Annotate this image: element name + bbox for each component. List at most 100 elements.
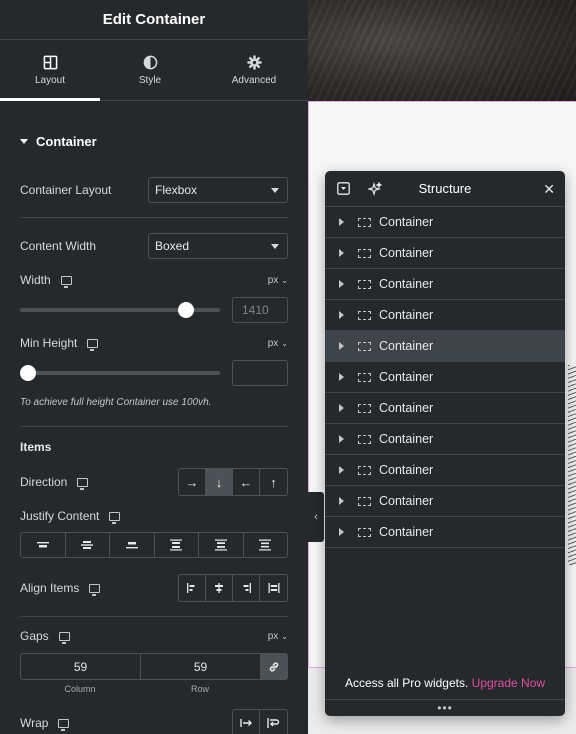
expand-arrow-icon[interactable] (339, 404, 344, 412)
upgrade-now-link[interactable]: Upgrade Now (472, 676, 545, 690)
hero-image (308, 0, 576, 101)
gap-column-label: Column (64, 684, 96, 694)
align-stretch-button[interactable] (260, 575, 287, 601)
sparkle-icon (368, 181, 382, 196)
structure-list: Container Container Container Container Cont… (325, 207, 565, 548)
justify-space-around-button[interactable] (199, 533, 244, 557)
tab-layout-label: Layout (34, 74, 66, 86)
expand-arrow-icon[interactable] (339, 528, 344, 536)
tab-style-label: Style (138, 74, 162, 86)
justify-space-between-button[interactable] (155, 533, 199, 557)
expand-arrow-icon[interactable] (339, 435, 344, 443)
gaps-unit-select[interactable]: px ⌄ (268, 631, 288, 642)
structure-item[interactable]: Container (325, 517, 565, 548)
justify-space-evenly-button[interactable] (244, 533, 288, 557)
content-width-select[interactable]: Boxed (148, 233, 288, 259)
desktop-icon[interactable] (77, 477, 89, 490)
expand-arrow-icon[interactable] (339, 311, 344, 319)
gaps-input-group: 59 59 (20, 653, 288, 680)
wrap-icon (267, 718, 280, 728)
expand-arrow-icon[interactable] (339, 497, 344, 505)
min-height-header-row: Min Height px ⌄ (20, 336, 288, 351)
expand-arrow-icon[interactable] (339, 249, 344, 257)
selection-outline-top (308, 101, 576, 102)
align-start-button[interactable] (179, 575, 206, 601)
structure-item[interactable]: Container (325, 269, 565, 300)
link-values-button[interactable] (261, 654, 287, 679)
structure-item[interactable]: Container (325, 238, 565, 269)
width-input[interactable]: 1410 (232, 297, 288, 323)
min-height-slider-handle[interactable] (20, 365, 36, 381)
desktop-icon[interactable] (87, 338, 99, 351)
desktop-icon[interactable] (109, 511, 121, 524)
style-half-circle-icon (143, 55, 157, 69)
collapse-panel-button[interactable]: ‹ (308, 492, 324, 542)
min-height-unit-select[interactable]: px ⌄ (268, 338, 288, 349)
structure-item[interactable]: Container (325, 362, 565, 393)
width-unit: px (267, 274, 279, 286)
layout-icon (43, 55, 57, 69)
section-container-toggle[interactable]: Container (0, 101, 308, 181)
container-icon (358, 465, 371, 475)
structure-item[interactable]: Container (325, 300, 565, 331)
expand-arrow-icon[interactable] (339, 466, 344, 474)
expand-arrow-icon[interactable] (339, 280, 344, 288)
direction-column-reverse-button[interactable]: ↑ (260, 469, 287, 495)
width-slider[interactable] (20, 302, 220, 318)
structure-item[interactable]: Container (325, 486, 565, 517)
desktop-icon[interactable] (58, 631, 70, 644)
gap-row-input[interactable]: 59 (141, 654, 261, 679)
close-structure-button[interactable]: ✕ (543, 181, 555, 198)
min-height-hint: To achieve full height Container use 100… (20, 397, 212, 408)
structure-item[interactable]: Container (325, 424, 565, 455)
resize-handle[interactable]: ••• (325, 699, 565, 714)
expand-arrow-icon[interactable] (339, 218, 344, 226)
ai-sparkle-button[interactable] (367, 181, 383, 197)
close-icon: ✕ (543, 181, 555, 197)
width-unit-select[interactable]: px ⌄ (268, 275, 288, 286)
justify-start-button[interactable] (21, 533, 66, 557)
items-heading: Items (20, 440, 52, 454)
tab-advanced[interactable]: Advanced (200, 40, 308, 100)
expand-arrow-icon[interactable] (339, 373, 344, 381)
tab-style[interactable]: Style (100, 40, 200, 100)
container-icon (358, 341, 371, 351)
direction-row-reverse-button[interactable]: ← (233, 469, 260, 495)
promo-text: Access all Pro widgets. Upgrade Now (325, 676, 565, 690)
justify-space-around-icon (214, 539, 227, 551)
gap-column-input[interactable]: 59 (21, 654, 141, 679)
justify-center-button[interactable] (66, 533, 110, 557)
direction-row-button[interactable]: → (179, 469, 206, 495)
chevron-down-icon: ⌄ (281, 338, 288, 348)
desktop-icon[interactable] (60, 275, 72, 288)
structure-item[interactable]: Container (325, 455, 565, 486)
gaps-header-row: Gaps px ⌄ (20, 629, 288, 644)
min-height-input[interactable] (232, 360, 288, 386)
align-items-label-group: Align Items (20, 581, 101, 596)
structure-item[interactable]: Container (325, 393, 565, 424)
collapse-all-button[interactable] (335, 181, 351, 197)
panel-title: Edit Container (102, 11, 206, 28)
structure-item[interactable]: Container (325, 331, 565, 362)
tab-layout[interactable]: Layout (0, 40, 100, 101)
wrap-button[interactable] (260, 710, 287, 734)
align-end-button[interactable] (233, 575, 260, 601)
structure-item-label: Container (379, 308, 434, 322)
structure-item[interactable]: Container (325, 207, 565, 238)
desktop-icon[interactable] (89, 583, 101, 596)
justify-end-button[interactable] (110, 533, 155, 557)
no-wrap-button[interactable] (233, 710, 260, 734)
justify-center-icon (81, 541, 94, 549)
desktop-icon[interactable] (58, 718, 70, 731)
justify-content-button-group (20, 532, 288, 558)
width-slider-handle[interactable] (178, 302, 194, 318)
expand-arrow-icon[interactable] (339, 342, 344, 350)
min-height-slider[interactable] (20, 365, 220, 381)
align-center-button[interactable] (206, 575, 233, 601)
container-layout-select[interactable]: Flexbox (148, 177, 288, 203)
direction-column-button[interactable]: ↓ (206, 469, 233, 495)
panel-header: Edit Container (0, 0, 308, 40)
arrow-down-icon: ↓ (215, 474, 223, 490)
gear-icon (246, 54, 262, 70)
gaps-label: Gaps (20, 629, 49, 643)
